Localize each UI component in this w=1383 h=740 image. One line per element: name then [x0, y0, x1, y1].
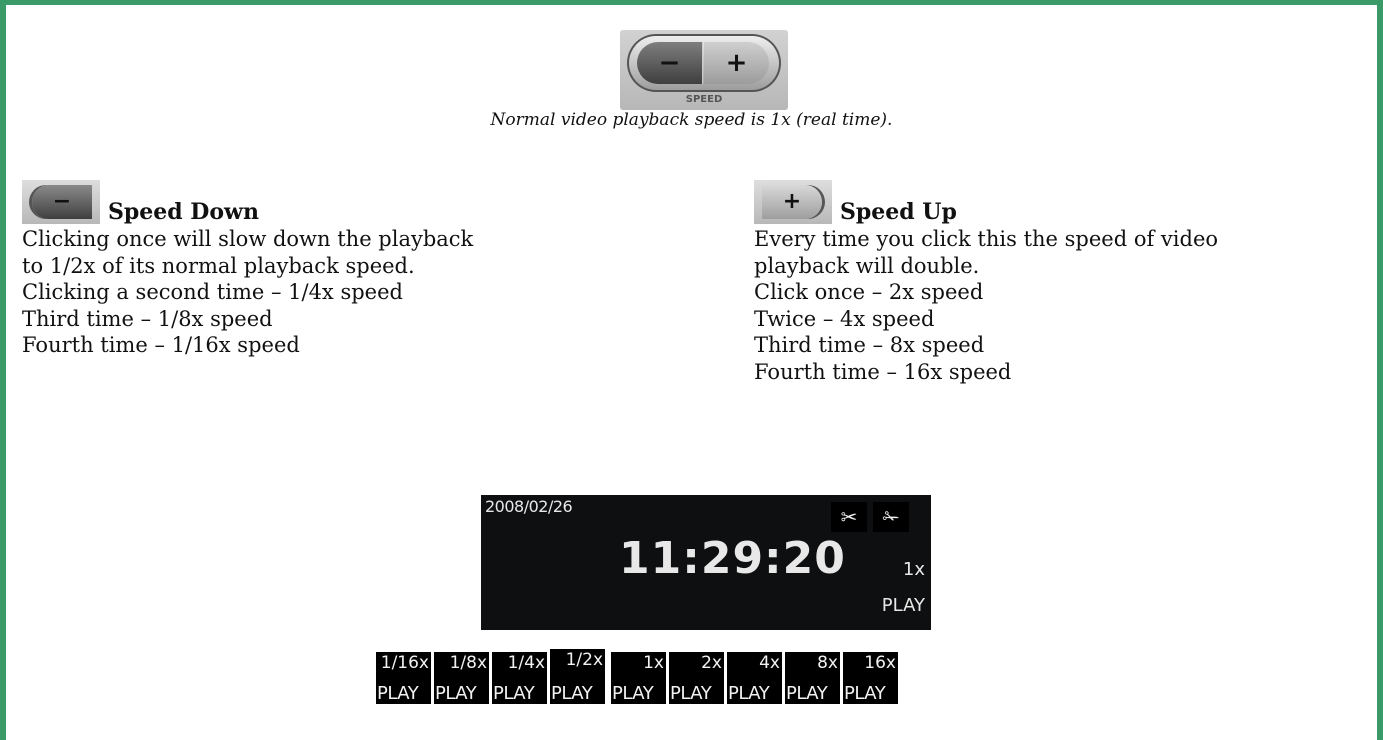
speed-down-heading-row: − Speed Down [22, 178, 662, 224]
speed-state-mode: PLAY [435, 683, 477, 704]
speed-state-value: 4x [759, 653, 780, 673]
plus-icon: + [725, 48, 748, 78]
speed-up-line: Fourth time – 16x speed [754, 359, 1012, 384]
speed-state-1-16x: 1/16x PLAY [376, 652, 431, 704]
minus-button-icon: − [22, 180, 100, 224]
speed-state-1-4x: 1/4x PLAY [492, 652, 547, 704]
speed-state-2x: 2x PLAY [669, 652, 724, 704]
speed-pill: − + [627, 34, 781, 92]
speed-up-line: Click once – 2x speed [754, 280, 984, 304]
speed-down-line: Clicking once will slow down the playbac… [22, 227, 474, 251]
minus-icon: − [32, 185, 92, 219]
speed-down-title: Speed Down [108, 199, 259, 225]
speed-up-line: Every time you click this the speed of v… [754, 227, 1219, 251]
speed-caption: SPEED [685, 94, 723, 105]
display-speed: 1x [902, 559, 925, 580]
speed-state-mode: PLAY [612, 683, 654, 704]
speed-state-4x: 4x PLAY [727, 652, 782, 704]
speed-state-value: 1/2x [565, 650, 603, 670]
intro-text: Normal video playback speed is 1x (real … [490, 110, 893, 130]
speed-state-value: 16x [864, 653, 896, 673]
speed-state-value: 1/16x [380, 653, 429, 673]
speed-control-image: − + SPEED [620, 30, 788, 110]
display-date: 2008/02/26 [485, 497, 573, 516]
speed-state-value: 8x [817, 653, 838, 673]
speed-states-row: 1/16x PLAY 1/8x PLAY 1/4x PLAY 1/2x PLAY 1x P… [0, 649, 1383, 704]
speed-state-mode: PLAY [844, 683, 886, 704]
speed-down-line: to 1/2x of its normal playback speed. [22, 253, 415, 278]
speed-up-line: Third time – 8x speed [754, 333, 985, 357]
minus-icon: − [658, 48, 681, 78]
speed-state-value: 1x [643, 653, 664, 673]
speed-up-section: + Speed Up Every time you click this the… [754, 178, 1374, 385]
speed-state-value: 2x [701, 653, 722, 673]
speed-state-mode: PLAY [377, 683, 419, 704]
speed-down-section: − Speed Down Clicking once will slow dow… [22, 178, 662, 359]
speed-state-mode: PLAY [786, 683, 828, 704]
speed-up-heading-row: + Speed Up [754, 178, 1374, 224]
speed-down-line: Clicking a second time – 1/4x speed [22, 280, 403, 304]
speed-state-mode: PLAY [551, 683, 593, 704]
display-time: 11:29:20 [619, 533, 846, 584]
speed-state-1-2x: 1/2x PLAY [550, 649, 605, 704]
speed-up-title: Speed Up [840, 199, 957, 225]
speed-state-mode: PLAY [670, 683, 712, 704]
speed-state-value: 1/4x [507, 653, 545, 673]
speed-state-mode: PLAY [493, 683, 535, 704]
plus-icon: + [762, 185, 822, 219]
speed-up-button[interactable]: + [704, 42, 769, 84]
scissors-cut-start-icon[interactable]: ✂ [831, 502, 867, 532]
speed-down-line: Third time – 1/8x speed [22, 306, 273, 331]
speed-state-1-8x: 1/8x PLAY [434, 652, 489, 704]
playback-display: 2008/02/26 ✂ ✁ 11:29:20 1x PLAY [481, 495, 931, 630]
speed-state-8x: 8x PLAY [785, 652, 840, 704]
speed-state-1x: 1x PLAY [611, 652, 666, 704]
speed-down-button[interactable]: − [637, 42, 703, 84]
speed-state-mode: PLAY [728, 683, 770, 704]
speed-state-value: 1/8x [449, 653, 487, 673]
plus-button-icon: + [754, 180, 832, 224]
speed-up-line: Twice – 4x speed [754, 306, 935, 331]
speed-state-16x: 16x PLAY [843, 652, 898, 704]
speed-up-line: playback will double. [754, 253, 980, 278]
speed-down-line: Fourth time – 1/16x speed [22, 333, 300, 357]
display-mode: PLAY [881, 595, 925, 616]
scissors-cut-end-icon[interactable]: ✁ [873, 502, 909, 532]
